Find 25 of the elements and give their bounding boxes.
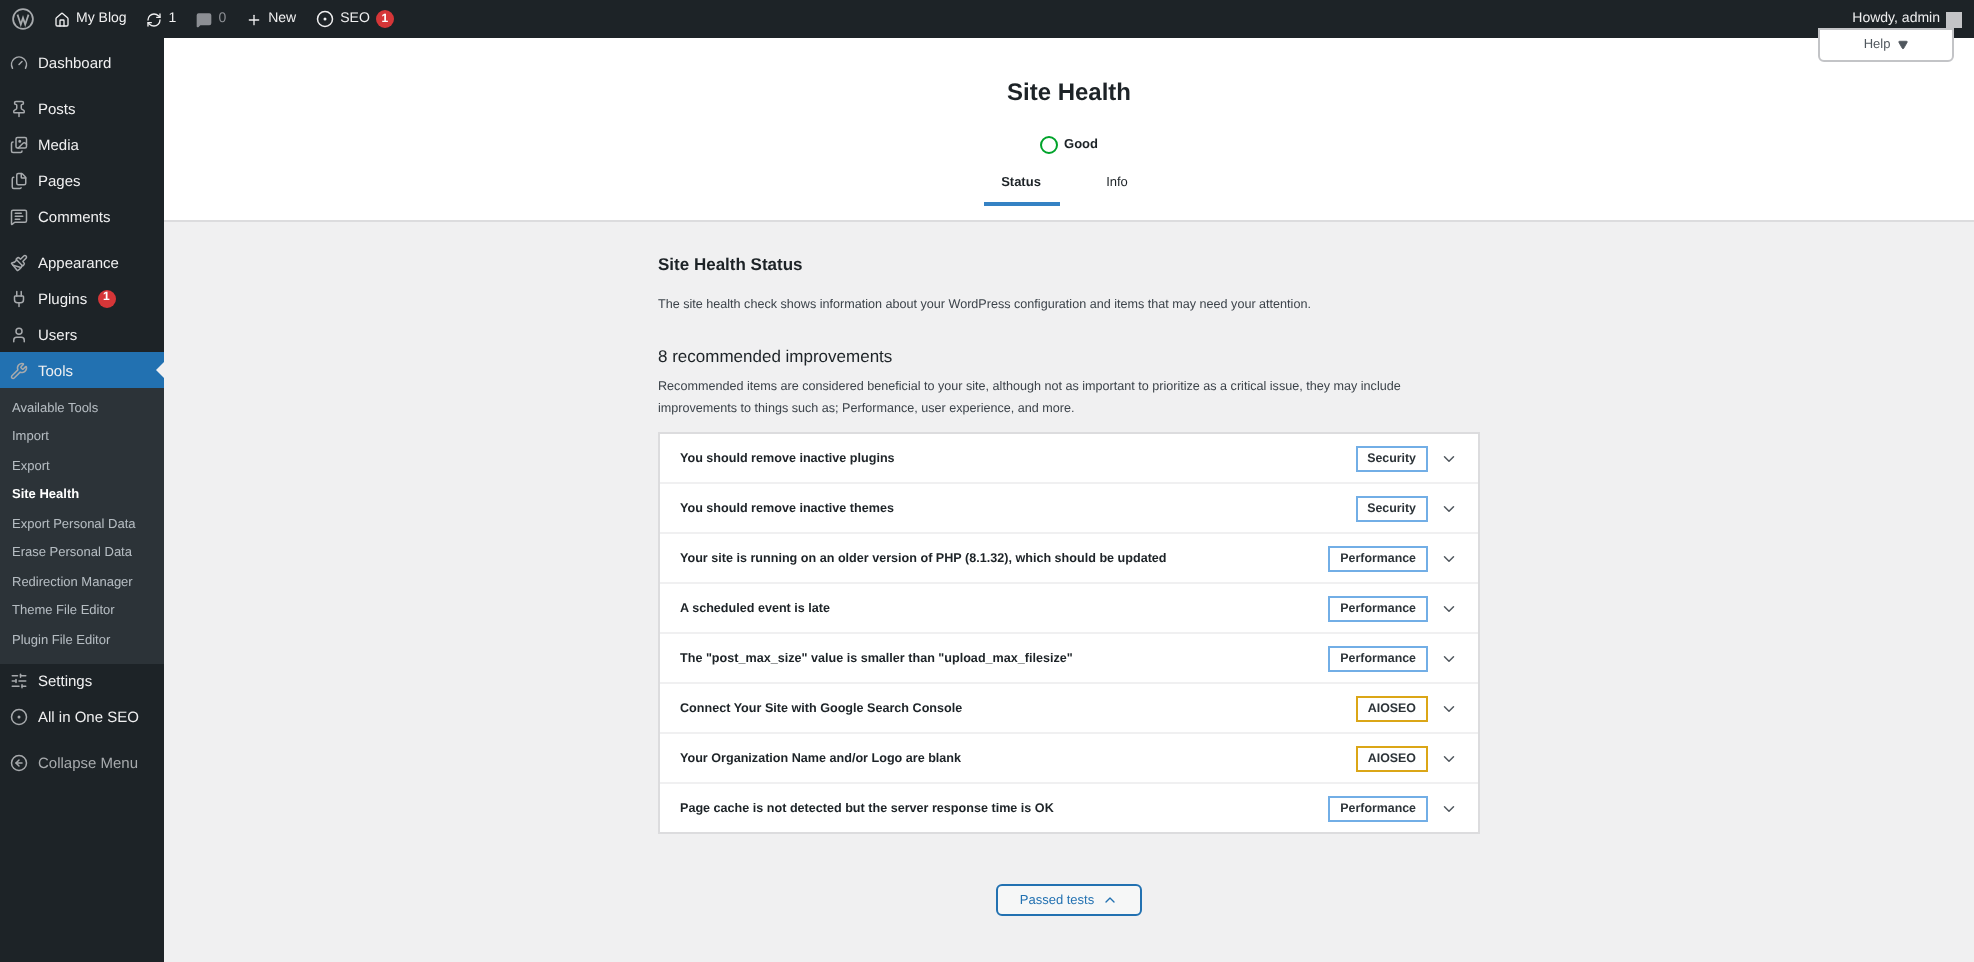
plus-icon[interactable] xyxy=(246,11,263,27)
speech-bubble-icon xyxy=(10,207,28,225)
gauge-icon xyxy=(10,53,28,71)
page-title: Site Health xyxy=(1006,78,1131,106)
status-ring-icon xyxy=(1040,136,1059,154)
wordpress-logo-icon[interactable] xyxy=(12,8,34,30)
chevron-up-icon xyxy=(1102,892,1119,908)
section-heading: Site Health Status xyxy=(658,254,805,274)
user-icon xyxy=(10,325,28,343)
circle-logo-icon[interactable] xyxy=(316,10,335,28)
home-icon[interactable] xyxy=(54,11,70,27)
comment-icon[interactable] xyxy=(196,11,213,27)
pin-icon xyxy=(10,99,28,117)
pointer-icon xyxy=(156,362,164,378)
subheading: 8 recommended improvements xyxy=(658,346,895,366)
wrench-icon xyxy=(10,361,28,379)
circle-logo-icon xyxy=(10,708,28,726)
plug-icon xyxy=(10,289,28,307)
caret-icon xyxy=(1898,40,1909,50)
updates-icon[interactable] xyxy=(146,11,163,27)
brush-icon xyxy=(10,253,28,271)
images-icon xyxy=(10,135,28,153)
pages-icon xyxy=(10,171,28,189)
avatar-icon[interactable] xyxy=(1946,11,1962,27)
sliders-icon xyxy=(10,672,28,690)
